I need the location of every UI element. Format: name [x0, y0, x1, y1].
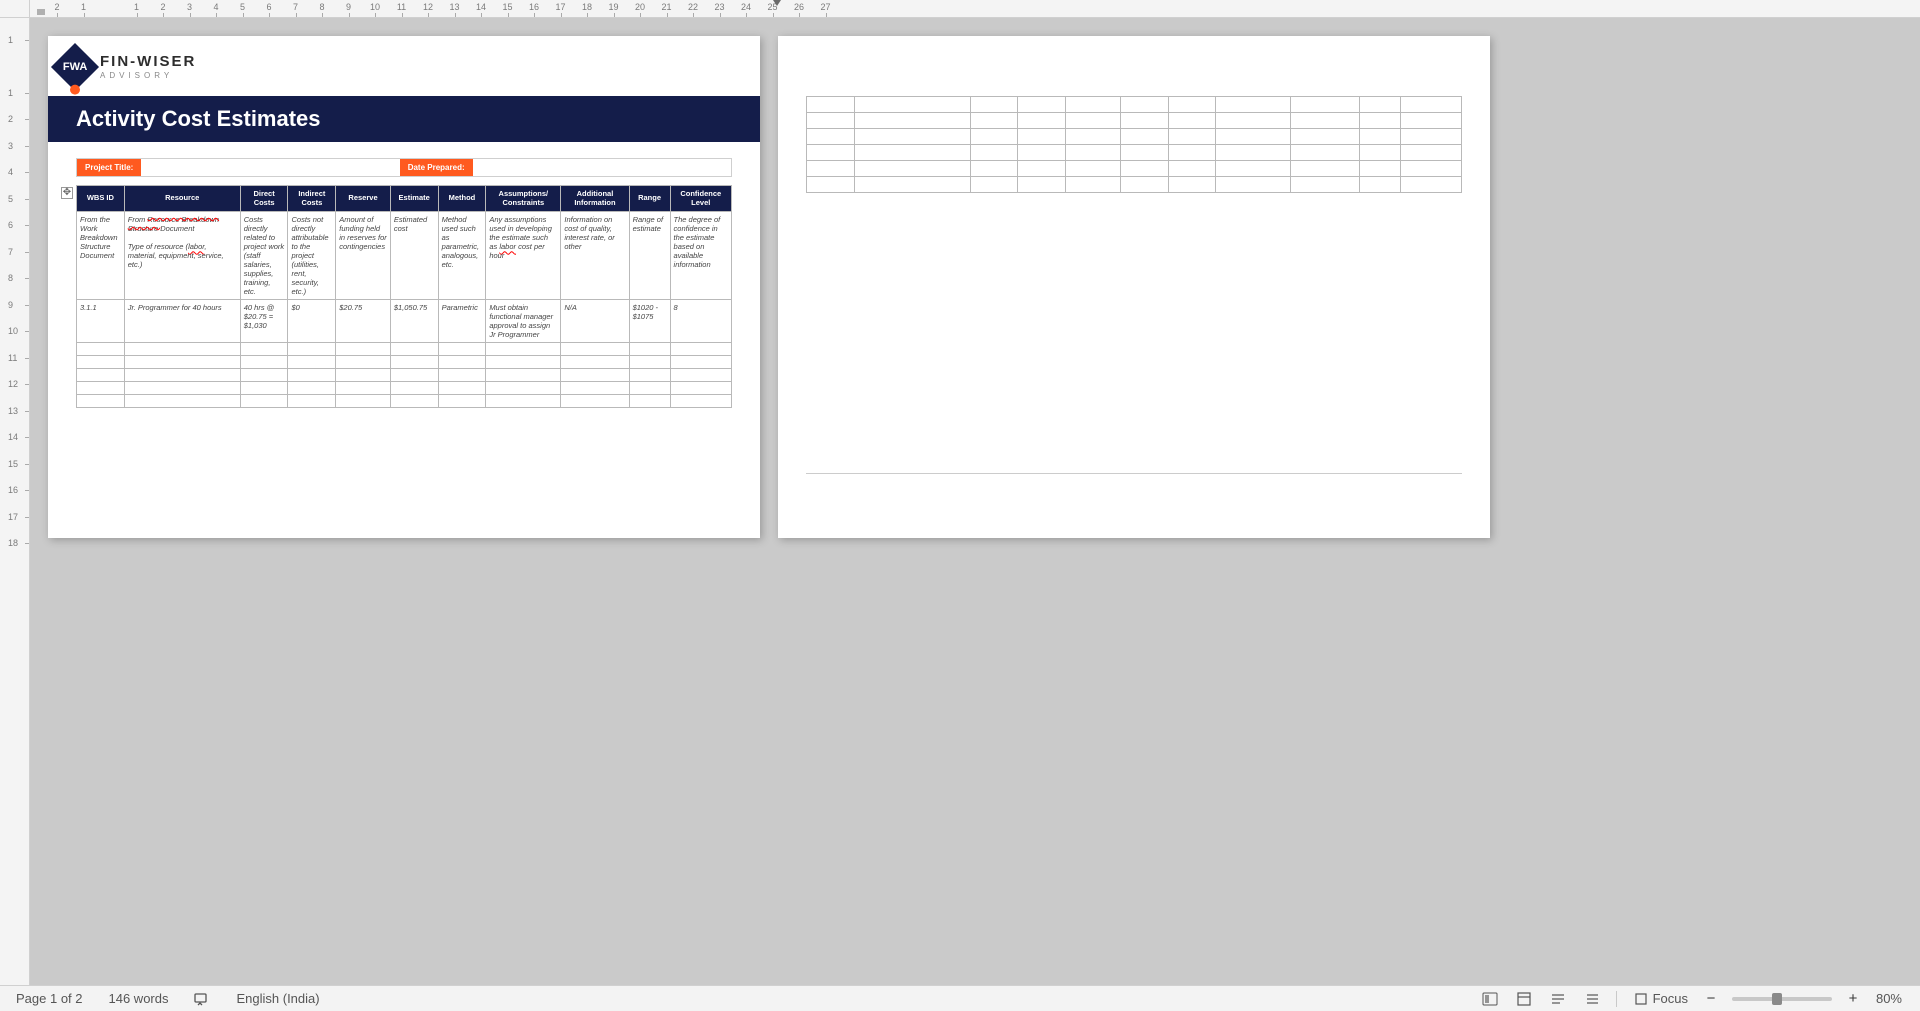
desc-additional-info[interactable]: Information on cost of quality, interest… [561, 212, 629, 300]
read-mode-icon [1482, 991, 1498, 1007]
focus-icon [1633, 991, 1649, 1007]
table-empty-row[interactable] [807, 177, 1462, 193]
table-empty-row[interactable] [807, 113, 1462, 129]
page-number-status[interactable]: Page 1 of 2 [14, 989, 85, 1008]
table-empty-row[interactable] [77, 395, 732, 408]
data-range[interactable]: $1020 - $1075 [629, 300, 670, 343]
th-method: Method [438, 186, 486, 212]
th-wbs-id: WBS ID [77, 186, 125, 212]
status-divider [1616, 991, 1617, 1007]
table-empty-row[interactable] [77, 382, 732, 395]
desc-reserve[interactable]: Amount of funding held in reserves for c… [336, 212, 391, 300]
desc-indirect-costs[interactable]: Costs not directly attributable to the p… [288, 212, 336, 300]
table-data-row[interactable]: 3.1.1 Jr. Programmer for 40 hours 40 hrs… [77, 300, 732, 343]
date-prepared-input[interactable] [473, 159, 731, 176]
page2-table[interactable] [806, 96, 1462, 193]
word-count-status[interactable]: 146 words [107, 989, 171, 1008]
spelling-status[interactable] [192, 989, 212, 1009]
document-area[interactable]: FWA FIN-WISER ADVISORY Activity Cost Est… [30, 18, 1920, 985]
logo: FWA FIN-WISER ADVISORY [48, 36, 760, 94]
th-resource: Resource [124, 186, 240, 212]
page-2[interactable] [778, 36, 1490, 538]
status-bar: Page 1 of 2 146 words English (India) [0, 985, 1920, 1011]
desc-method[interactable]: Method used such as parametric, analogou… [438, 212, 486, 300]
th-estimate: Estimate [390, 186, 438, 212]
outline-icon [1584, 991, 1600, 1007]
table-empty-row[interactable] [77, 356, 732, 369]
table-empty-row[interactable] [807, 161, 1462, 177]
data-confidence[interactable]: 8 [670, 300, 731, 343]
document-title[interactable]: Activity Cost Estimates [48, 96, 760, 142]
zoom-slider[interactable] [1732, 997, 1832, 1001]
data-assumptions[interactable]: Must obtain functional manager approval … [486, 300, 561, 343]
field-row: Project Title: Date Prepared: [76, 158, 732, 177]
data-indirect-costs[interactable]: $0 [288, 300, 336, 343]
th-indirect-costs: Indirect Costs [288, 186, 336, 212]
desc-estimate[interactable]: Estimated cost [390, 212, 438, 300]
data-direct-costs[interactable]: 40 hrs @ $20.75 = $1,030 [240, 300, 288, 343]
th-confidence: Confidence Level [670, 186, 731, 212]
zoom-out-button[interactable]: − [1704, 990, 1718, 1007]
language-status[interactable]: English (India) [234, 989, 321, 1008]
web-layout-button[interactable] [1548, 989, 1568, 1009]
data-additional-info[interactable]: N/A [561, 300, 629, 343]
outline-button[interactable] [1582, 989, 1602, 1009]
ruler-corner [0, 0, 30, 18]
table-header-row: WBS ID Resource Direct Costs Indirect Co… [77, 186, 732, 212]
print-layout-button[interactable] [1514, 989, 1534, 1009]
project-title-label: Project Title: [77, 159, 141, 176]
data-reserve[interactable]: $20.75 [336, 300, 391, 343]
desc-wbs-id[interactable]: From the Work Breakdown Structure Docume… [77, 212, 125, 300]
zoom-in-button[interactable]: + [1846, 990, 1860, 1007]
desc-resource[interactable]: From Resource Breakdown Structure Docume… [124, 212, 240, 300]
page-1[interactable]: FWA FIN-WISER ADVISORY Activity Cost Est… [48, 36, 760, 538]
th-direct-costs: Direct Costs [240, 186, 288, 212]
table-empty-row[interactable] [807, 129, 1462, 145]
print-layout-icon [1516, 991, 1532, 1007]
table-empty-row[interactable] [807, 145, 1462, 161]
logo-sub-text: ADVISORY [100, 72, 196, 80]
project-title-input[interactable] [141, 159, 399, 176]
th-range: Range [629, 186, 670, 212]
data-resource[interactable]: Jr. Programmer for 40 hours [124, 300, 240, 343]
data-method[interactable]: Parametric [438, 300, 486, 343]
table-empty-row[interactable] [807, 97, 1462, 113]
spellcheck-icon [194, 991, 210, 1007]
desc-confidence[interactable]: The degree of confidence in the estimate… [670, 212, 731, 300]
th-assumptions: Assumptions/ Constraints [486, 186, 561, 212]
web-layout-icon [1550, 991, 1566, 1007]
th-additional-info: Additional Information [561, 186, 629, 212]
data-estimate[interactable]: $1,050.75 [390, 300, 438, 343]
table-empty-row[interactable] [77, 369, 732, 382]
desc-range[interactable]: Range of estimate [629, 212, 670, 300]
logo-icon: FWA [51, 43, 99, 91]
th-reserve: Reserve [336, 186, 391, 212]
desc-assumptions[interactable]: Any assumptions used in developing the e… [486, 212, 561, 300]
data-wbs-id[interactable]: 3.1.1 [77, 300, 125, 343]
read-mode-button[interactable] [1480, 989, 1500, 1009]
logo-main-text: FIN-WISER [100, 54, 196, 69]
cost-estimates-table[interactable]: WBS ID Resource Direct Costs Indirect Co… [76, 185, 732, 408]
table-move-handle[interactable]: ✥ [61, 187, 73, 199]
table-desc-row[interactable]: From the Work Breakdown Structure Docume… [77, 212, 732, 300]
focus-mode-button[interactable]: Focus [1631, 989, 1690, 1009]
zoom-level[interactable]: 80% [1874, 989, 1904, 1008]
vertical-ruler[interactable]: 1123456789101112131415161718 [0, 18, 30, 985]
zoom-slider-thumb[interactable] [1772, 993, 1782, 1005]
date-prepared-label: Date Prepared: [400, 159, 473, 176]
desc-direct-costs[interactable]: Costs directly related to project work (… [240, 212, 288, 300]
table-empty-row[interactable] [77, 343, 732, 356]
page2-footer-line [806, 473, 1462, 474]
horizontal-ruler[interactable]: 2112345678910111213141516171819202122232… [30, 0, 1920, 18]
